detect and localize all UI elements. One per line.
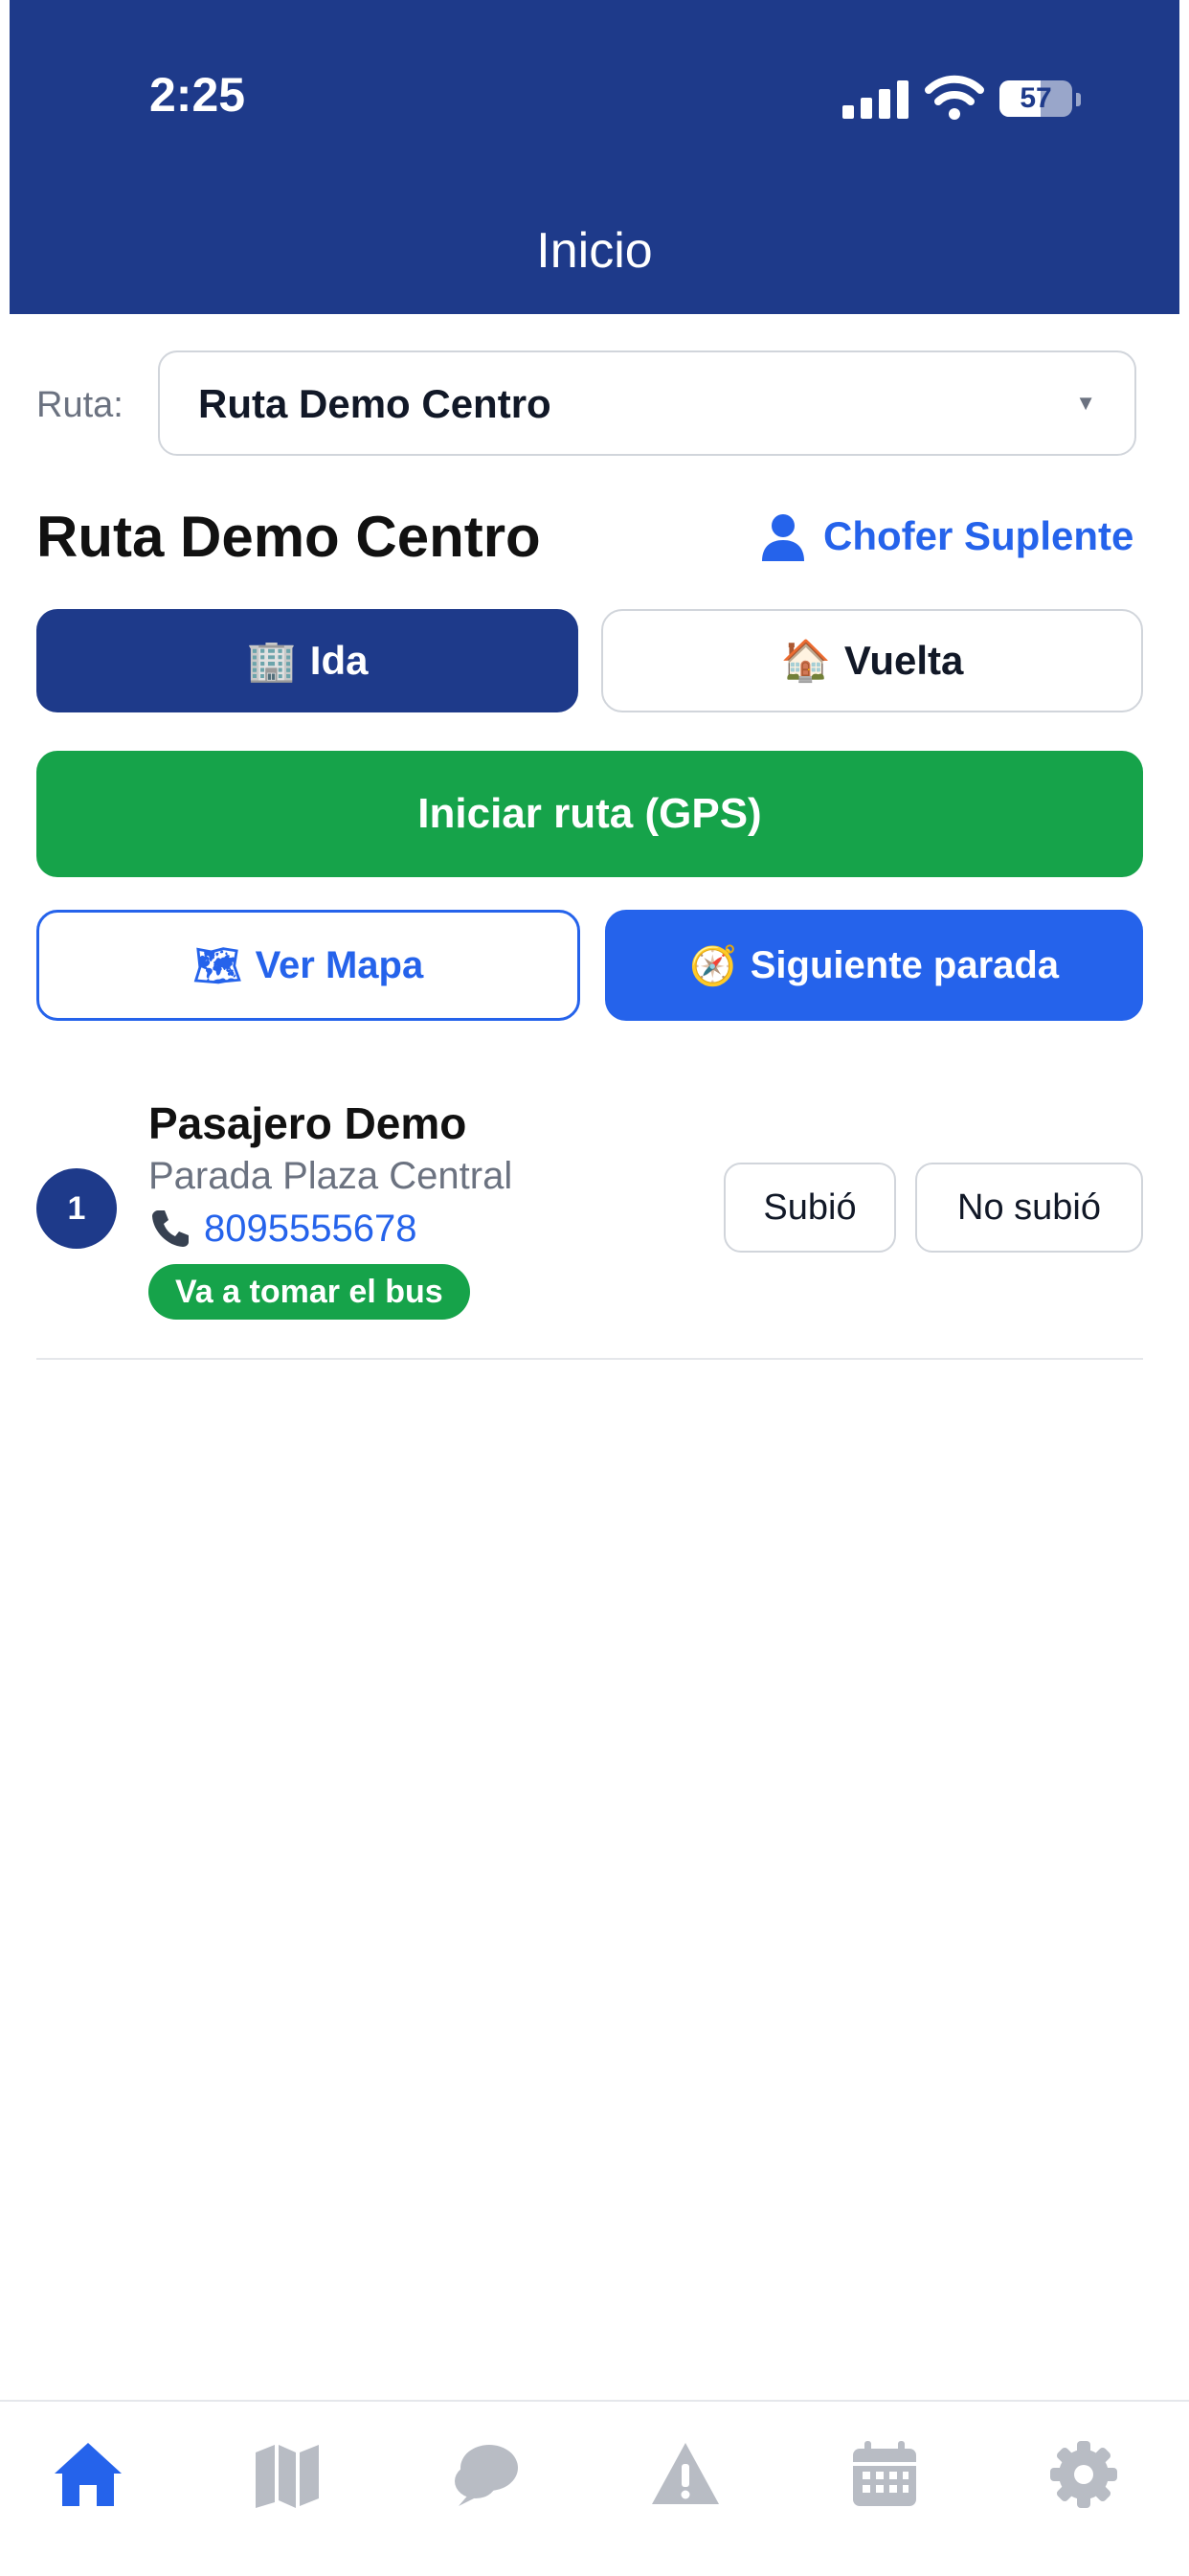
tab-settings[interactable] — [1036, 2427, 1132, 2522]
start-route-gps-label: Iniciar ruta (GPS) — [417, 790, 762, 837]
header-bar: 2:25 57 Inicio — [0, 0, 1189, 314]
tab-chat[interactable] — [438, 2427, 534, 2522]
alert-icon — [652, 2443, 719, 2504]
wifi-icon — [925, 75, 984, 120]
direction-ida-button[interactable]: 🏢 Ida — [36, 609, 578, 712]
route-name: Ruta Demo Centro — [36, 505, 541, 569]
phone-icon — [152, 1210, 189, 1247]
passenger-name: Pasajero Demo — [148, 1098, 467, 1148]
next-stop-button[interactable]: 🧭 Siguiente parada — [605, 910, 1143, 1021]
boarded-button[interactable]: Subió — [724, 1163, 896, 1253]
chevron-down-icon: ▼ — [1075, 391, 1096, 415]
not-boarded-button[interactable]: No subió — [915, 1163, 1143, 1253]
direction-vuelta-label: Vuelta — [843, 638, 964, 683]
substitute-driver-label: Chofer Suplente — [823, 513, 1134, 558]
substitute-driver-link[interactable]: Chofer Suplente — [756, 508, 1133, 565]
passenger-stop: Parada Plaza Central — [148, 1155, 513, 1197]
direction-vuelta-button[interactable]: 🏠 Vuelta — [601, 609, 1143, 712]
calendar-icon — [853, 2441, 916, 2506]
tab-bar — [0, 2400, 1189, 2576]
house-icon: 🏠 — [780, 637, 831, 683]
person-icon — [762, 514, 804, 561]
battery-icon: 57 — [999, 80, 1072, 117]
view-map-button[interactable]: 🗺 Ver Mapa — [36, 910, 580, 1021]
passenger-number-badge: 1 — [36, 1168, 117, 1249]
start-route-gps-button[interactable]: Iniciar ruta (GPS) — [36, 751, 1143, 877]
map-icon: 🗺 — [192, 944, 242, 987]
gear-icon — [1050, 2441, 1117, 2508]
compass-icon: 🧭 — [688, 944, 737, 987]
route-select[interactable]: Ruta Demo Centro ▼ — [158, 350, 1136, 456]
home-icon — [55, 2443, 122, 2506]
boarded-label: Subió — [763, 1186, 857, 1228]
status-badge: Va a tomar el bus — [148, 1264, 470, 1320]
tab-map[interactable] — [239, 2427, 335, 2522]
tab-calendar[interactable] — [837, 2427, 932, 2522]
direction-ida-label: Ida — [309, 638, 369, 683]
list-divider — [36, 1358, 1143, 1360]
route-select-value: Ruta Demo Centro — [198, 381, 551, 426]
list-item: 1 Pasajero Demo Parada Plaza Central 809… — [36, 1092, 1143, 1360]
route-select-label: Ruta: — [36, 385, 123, 425]
battery-cap — [1076, 93, 1081, 106]
chat-icon — [455, 2445, 518, 2506]
view-map-label: Ver Mapa — [255, 943, 424, 986]
page-title: Inicio — [536, 223, 653, 279]
map-icon — [256, 2445, 319, 2508]
next-stop-label: Siguiente parada — [750, 943, 1060, 986]
not-boarded-label: No subió — [957, 1186, 1101, 1228]
passenger-phone: 8095555678 — [204, 1207, 417, 1250]
office-building-icon: 🏢 — [246, 637, 297, 683]
tab-alerts[interactable] — [638, 2427, 733, 2522]
battery-percent: 57 — [1020, 82, 1052, 114]
passenger-phone-link[interactable]: 8095555678 — [148, 1207, 416, 1251]
cellular-signal-icon — [842, 80, 909, 119]
tab-home[interactable] — [40, 2427, 136, 2522]
status-time: 2:25 — [149, 68, 246, 122]
